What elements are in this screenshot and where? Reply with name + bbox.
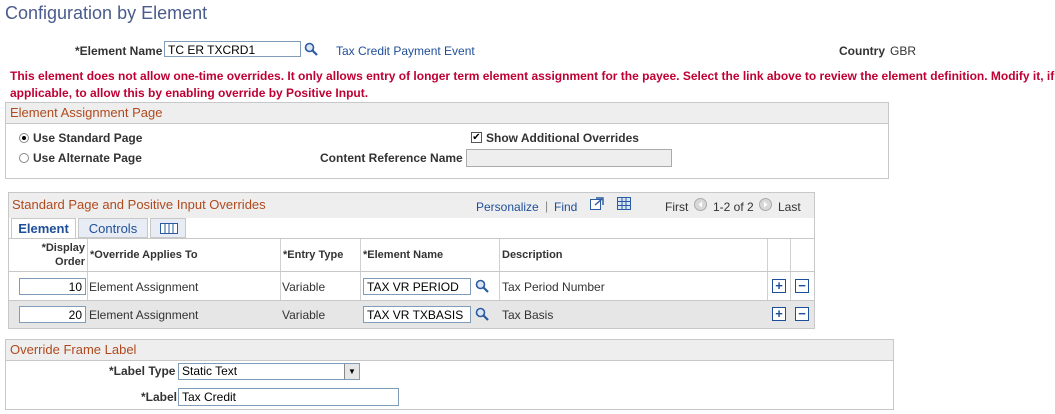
element-name-label: *Element Name [75,44,163,58]
description-cell: Tax Period Number [502,280,605,294]
content-ref-input[interactable] [466,149,672,167]
use-standard-radio[interactable] [19,133,29,143]
toolbar-separator: | [545,199,549,213]
applies-to-cell: Element Assignment [89,280,199,294]
delete-row-icon[interactable]: − [795,279,809,293]
label-text-input[interactable]: Tax Credit [178,388,399,406]
next-icon[interactable] [759,198,772,211]
find-link[interactable]: Find [554,200,577,214]
tab-element[interactable]: Element [11,218,76,238]
country-value: GBR [890,44,917,58]
tab-underline [9,238,814,239]
use-standard-label: Use Standard Page [33,131,143,145]
use-alternate-label: Use Alternate Page [33,151,142,165]
page-range: 1-2 of 2 [713,200,754,214]
label-type-label: *Label Type [109,364,176,378]
show-additional-checkbox[interactable]: ✔ [471,132,482,143]
col-description: Description [502,249,563,261]
search-icon[interactable] [475,307,489,321]
show-additional-label: Show Additional Overrides [486,131,639,145]
element-description-link[interactable]: Tax Credit Payment Event [336,44,475,58]
use-alternate-radio[interactable] [19,153,29,163]
entry-type-cell: Variable [282,280,326,294]
element-name-cell-input[interactable]: TAX VR TXBASIS [363,306,471,323]
col-display-order-line2: Order [55,256,85,268]
search-icon[interactable] [475,279,489,293]
personalize-link[interactable]: Personalize [476,200,539,214]
tab-controls[interactable]: Controls [78,218,148,238]
first-label[interactable]: First [665,200,688,214]
element-name-input[interactable]: TC ER TXCRD1 [164,41,301,57]
col-applies-to: *Override Applies To [90,249,198,261]
content-ref-label: Content Reference Name [320,151,463,165]
override-warning-line2: applicable, to allow this by enabling ov… [10,86,369,100]
applies-to-cell: Element Assignment [89,308,199,322]
col-display-order-line1: *Display [41,242,85,254]
label-type-value: Static Text [182,364,238,378]
page-title: Configuration by Element [5,3,208,23]
add-row-icon[interactable]: + [772,279,786,293]
col-entry-type: *Entry Type [283,249,344,261]
add-row-icon[interactable]: + [772,307,786,321]
col-element-name: *Element Name [363,249,444,261]
override-frame-label-title: Override Frame Label [6,340,893,361]
dropdown-icon[interactable]: ▼ [344,364,359,379]
country-label: Country [839,44,885,58]
search-icon[interactable] [304,42,318,56]
label-text-label: *Label [141,390,178,404]
override-warning-line1: This element does not allow one-time ove… [10,69,1055,83]
last-label[interactable]: Last [778,200,801,214]
download-icon[interactable] [617,197,631,210]
view-all-icon[interactable] [590,197,604,210]
label-type-select[interactable]: Static Text ▼ [178,363,360,380]
element-assignment-title: Element Assignment Page [6,103,888,124]
display-order-input[interactable]: 10 [19,278,86,295]
prev-icon[interactable] [694,198,707,211]
description-cell: Tax Basis [502,308,554,322]
grid-title: Standard Page and Positive Input Overrid… [12,197,266,212]
element-name-cell-input[interactable]: TAX VR PERIOD [363,278,471,295]
show-all-columns-tab[interactable] [150,218,186,238]
display-order-input[interactable]: 20 [19,306,86,323]
entry-type-cell: Variable [282,308,326,322]
delete-row-icon[interactable]: − [795,307,809,321]
